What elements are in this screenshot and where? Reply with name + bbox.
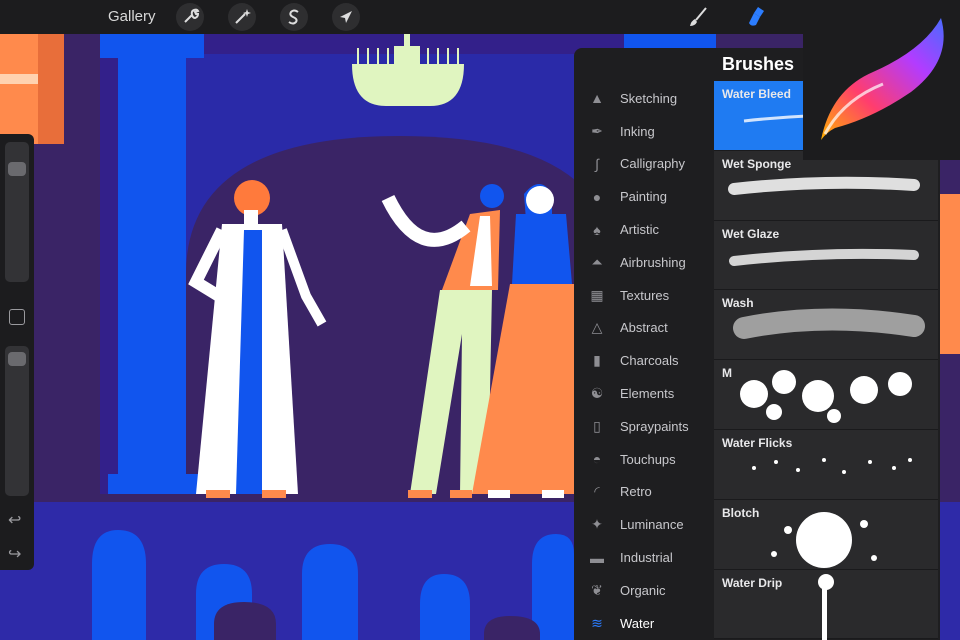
category-label: Organic [620,582,666,598]
category-label: Calligraphy [620,156,686,172]
brush-item[interactable]: Blotch [714,499,938,570]
brush-name: M [722,366,732,381]
category-calligraphy[interactable]: ∫ Calligraphy [574,148,714,181]
category-textures[interactable]: ▦ Textures [574,279,714,312]
left-sidebar: ↩ ↪ [0,134,34,570]
category-luminance[interactable]: ✦ Luminance [574,508,714,541]
category-label: Abstract [620,320,668,336]
opacity-thumb[interactable] [8,352,26,366]
magic-wand-icon[interactable] [228,3,256,31]
wrench-icon[interactable] [176,3,204,31]
brush-item[interactable]: M [714,360,938,430]
brush-size-slider[interactable] [5,142,29,282]
calligraphy-icon: ∫ [595,155,599,172]
category-label: Retro [620,484,652,500]
category-label: Inking [620,123,655,139]
category-water[interactable]: ≋ Water [574,607,714,640]
brush-name: Water Drip [722,575,783,590]
category-sketching[interactable]: ▲ Sketching [574,82,714,115]
category-label: Touchups [620,451,676,467]
brush-item[interactable]: Wet Sponge [714,150,938,221]
category-label: Painting [620,189,667,205]
brush-name: Blotch [722,505,760,520]
category-spraypaints[interactable]: ▯ Spraypaints [574,410,714,443]
waves-icon: ≋ [591,614,603,631]
arrow-cursor-icon[interactable] [332,3,360,31]
leaf-icon: ❦ [591,581,603,598]
panel-title: Brushes [722,54,795,74]
brush-size-thumb[interactable] [8,162,26,176]
brush-stroke-preview [740,370,912,424]
category-airbrushing[interactable]: ⏶ Airbrushing [574,246,714,279]
touchup-icon: ◓ [592,451,602,468]
selection-s-icon[interactable] [280,3,308,31]
triangle-icon: △ [591,319,603,336]
category-label: Airbrushing [620,254,686,270]
charcoal-icon: ▮ [593,352,601,369]
brush-item[interactable]: Wash [714,290,938,361]
retro-icon: ◜ [594,483,600,500]
anvil-icon: ▬ [590,549,604,566]
brush-name: Wet Sponge [722,156,792,171]
sparkle-icon: ✦ [591,516,603,533]
brush-name: Wet Glaze [722,226,780,241]
brush-item[interactable]: Water Flicks [714,429,938,500]
category-label: Artistic [620,222,659,238]
category-elements[interactable]: ☯ Elements [574,377,714,410]
category-industrial[interactable]: ▬ Industrial [574,541,714,574]
category-label: Charcoals [620,353,679,369]
brush-name: Wash [722,296,754,311]
brush-list: Water Bleed Wet Sponge Wet Glaze Wash M Water… [714,81,938,640]
redo-icon[interactable]: ↪ [8,544,21,564]
opacity-slider[interactable] [5,346,29,496]
gallery-button[interactable]: Gallery [108,8,156,25]
flame-icon: ♠ [593,221,601,238]
undo-icon[interactable]: ↩ [8,510,21,530]
category-organic[interactable]: ❦ Organic [574,574,714,607]
brush-category-list: ▲ Sketching ✒ Inking ∫ Calligraphy ● Painting ♠ A… [574,82,714,640]
brush-item[interactable]: Water Drip [714,569,938,640]
category-label: Spraypaints [620,418,689,434]
modify-button[interactable] [9,309,25,325]
brush-name: Water Flicks [722,435,793,450]
spray-can-icon: ▯ [593,417,601,434]
category-charcoals[interactable]: ▮ Charcoals [574,344,714,377]
pencil-tip-icon: ▲ [590,90,604,107]
checker-icon: ▦ [590,286,604,303]
yin-yang-icon: ☯ [590,385,604,402]
category-label: Sketching [620,90,678,106]
category-retro[interactable]: ◜ Retro [574,476,714,509]
category-touchups[interactable]: ◓ Touchups [574,443,714,476]
category-label: Luminance [620,517,684,533]
airbrush-icon: ⏶ [591,253,603,270]
category-inking[interactable]: ✒ Inking [574,115,714,148]
brush-name: Water Bleed [722,87,791,101]
category-artistic[interactable]: ♠ Artistic [574,213,714,246]
category-label: Elements [620,386,675,402]
brush-icon[interactable] [684,3,712,31]
pen-nib-icon: ✒ [591,122,603,139]
smudge-icon[interactable] [742,3,770,31]
drop-icon: ● [592,188,602,205]
category-label: Industrial [620,550,673,566]
category-painting[interactable]: ● Painting [574,180,714,213]
category-label: Water [620,615,655,631]
category-abstract[interactable]: △ Abstract [574,312,714,345]
category-label: Textures [620,287,670,303]
procreate-logo [803,0,960,160]
brush-item[interactable]: Wet Glaze [714,220,938,291]
